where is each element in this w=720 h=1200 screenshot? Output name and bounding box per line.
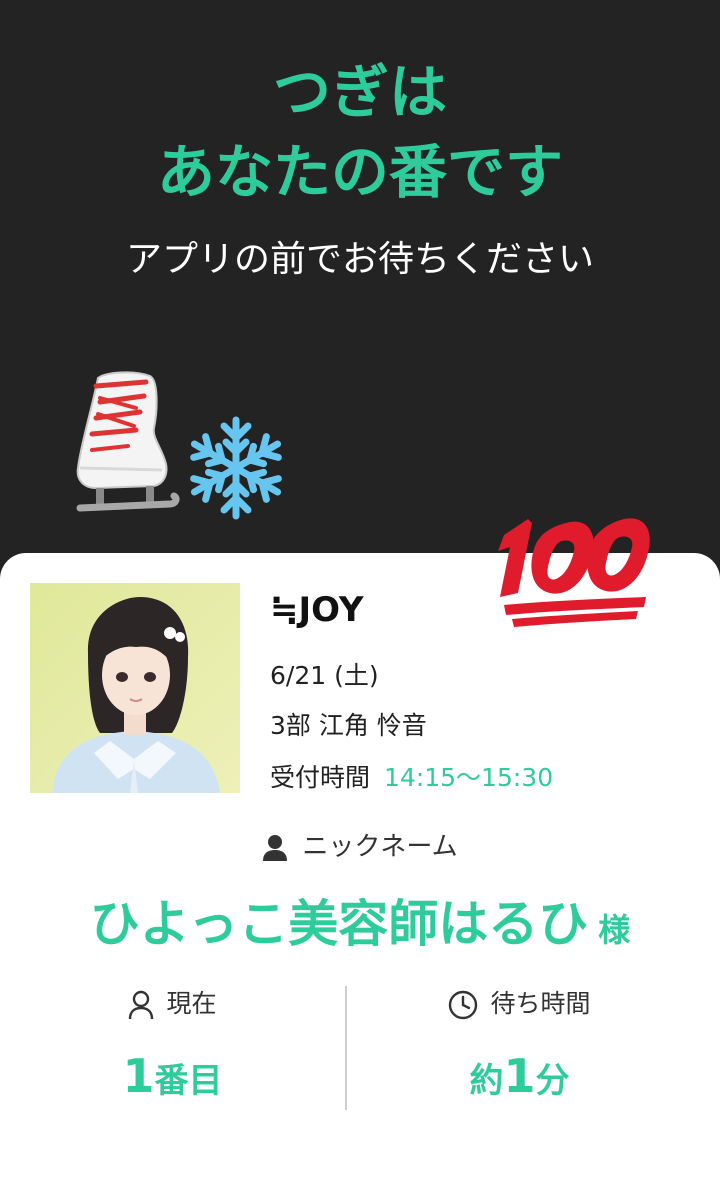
headline-line-1: つぎは xyxy=(272,58,447,126)
current-label-row: 現在 xyxy=(0,984,345,1024)
reception-time: 14:15〜15:30 xyxy=(384,763,554,792)
current-unit: 番目 xyxy=(154,1061,223,1101)
current-value: 1番目 xyxy=(0,1046,345,1117)
nickname: ひよっこ美容師はるひ xyxy=(89,895,589,953)
wait-label-row: 待ち時間 xyxy=(347,984,692,1024)
wait-label: 待ち時間 xyxy=(490,989,591,1018)
wait-number: 1 xyxy=(503,1049,536,1103)
wait-prefix: 約 xyxy=(469,1061,504,1101)
session-member: 3部 江角 怜音 xyxy=(270,711,427,740)
current-position: 現在 1番目 xyxy=(0,984,345,1117)
honorific: 様 xyxy=(598,911,631,949)
current-label: 現在 xyxy=(166,989,217,1018)
wait-time: 待ち時間 約1分 xyxy=(347,984,692,1117)
snowflake-icon xyxy=(180,416,292,520)
current-number: 1 xyxy=(122,1049,155,1103)
subtext: アプリの前でお待ちください xyxy=(125,239,594,280)
wait-value: 約1分 xyxy=(347,1046,692,1117)
group-name: ≒JOY xyxy=(270,590,364,630)
person-outline-icon xyxy=(129,990,154,1020)
reception-label: 受付時間 xyxy=(270,763,371,792)
hundred-points-icon xyxy=(498,518,650,627)
nickname-row: ひよっこ美容師はるひ様 xyxy=(0,884,720,956)
nickname-label: ニックネーム xyxy=(302,832,458,862)
headline-line-2: あなたの番です xyxy=(156,138,563,206)
wait-unit: 分 xyxy=(535,1061,570,1101)
clock-icon xyxy=(449,990,478,1020)
reception-row: 受付時間 14:15〜15:30 xyxy=(270,758,553,794)
ice-skate-icon xyxy=(76,371,180,512)
person-icon xyxy=(263,834,288,861)
nickname-label-row: ニックネーム xyxy=(0,826,720,863)
queue-ticket-screen: つぎは あなたの番です アプリの前でお待ちください ≒JOY 6/21 (土) … xyxy=(0,0,720,1200)
headline: つぎは あなたの番です xyxy=(0,52,720,212)
member-photo xyxy=(30,583,240,793)
event-date: 6/21 (土) xyxy=(270,661,379,690)
